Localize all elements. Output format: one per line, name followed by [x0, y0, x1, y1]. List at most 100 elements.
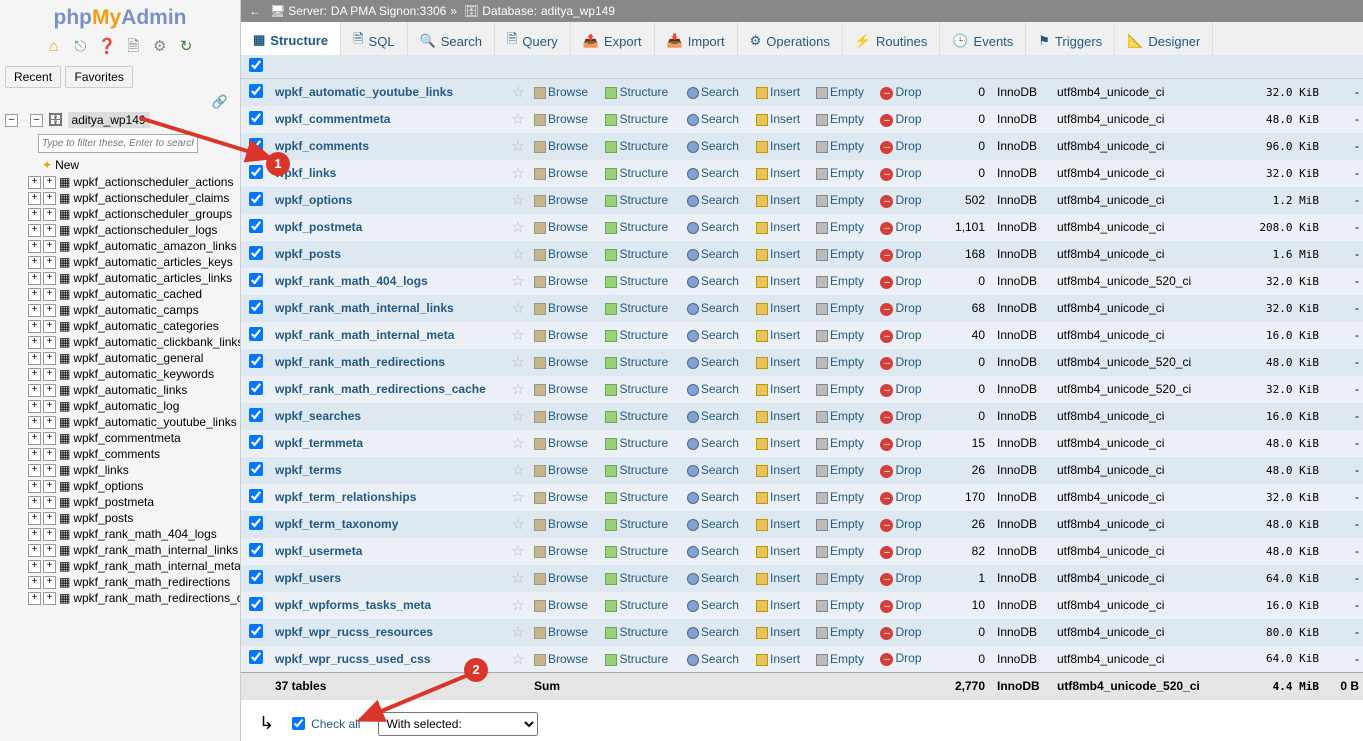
browse-action[interactable]: Browse — [530, 565, 601, 592]
tree-item[interactable]: ++▦wpkf_rank_math_redirections — [28, 574, 240, 590]
favorite-star[interactable]: ☆ — [506, 295, 530, 322]
table-row[interactable] — [241, 55, 1363, 79]
expand-icon[interactable]: + — [28, 336, 41, 349]
browse-action[interactable]: Browse — [530, 376, 601, 403]
favorite-star[interactable]: ☆ — [506, 376, 530, 403]
expand-icon[interactable]: + — [28, 256, 41, 269]
search-action[interactable]: Search — [683, 214, 752, 241]
row-checkbox[interactable] — [249, 84, 263, 98]
insert-action[interactable]: Insert — [752, 349, 812, 376]
columns-icon[interactable]: + — [43, 336, 56, 349]
drop-action[interactable]: –Drop — [876, 349, 933, 376]
expand-icon[interactable]: + — [28, 224, 41, 237]
columns-icon[interactable]: + — [43, 224, 56, 237]
table-name-link[interactable]: wpkf_options — [275, 193, 352, 207]
drop-action[interactable]: –Drop — [876, 160, 933, 187]
logout-icon[interactable]: ⎋ — [71, 38, 89, 56]
columns-icon[interactable]: + — [43, 320, 56, 333]
empty-action[interactable]: Empty — [812, 457, 877, 484]
expand-icon[interactable]: + — [28, 416, 41, 429]
search-action[interactable]: Search — [683, 160, 752, 187]
table-name-link[interactable]: wpkf_commentmeta — [275, 112, 390, 126]
home-icon[interactable]: ⌂ — [45, 38, 63, 56]
favorite-star[interactable]: ☆ — [506, 241, 530, 268]
columns-icon[interactable]: + — [43, 560, 56, 573]
structure-action[interactable]: Structure — [601, 268, 682, 295]
search-action[interactable]: Search — [683, 349, 752, 376]
tree-item[interactable]: ++▦wpkf_options — [28, 478, 240, 494]
structure-action[interactable]: Structure — [601, 187, 682, 214]
browse-action[interactable]: Browse — [530, 511, 601, 538]
columns-icon[interactable]: + — [43, 544, 56, 557]
table-row[interactable]: wpkf_term_taxonomy☆BrowseStructureSearch… — [241, 511, 1363, 538]
collapse-db-icon[interactable]: – — [30, 114, 43, 127]
insert-action[interactable]: Insert — [752, 241, 812, 268]
browse-action[interactable]: Browse — [530, 403, 601, 430]
expand-icon[interactable]: + — [28, 288, 41, 301]
expand-icon[interactable]: + — [28, 528, 41, 541]
table-row[interactable]: wpkf_searches☆BrowseStructureSearchInser… — [241, 403, 1363, 430]
table-row[interactable]: wpkf_postmeta☆BrowseStructureSearchInser… — [241, 214, 1363, 241]
columns-icon[interactable]: + — [43, 272, 56, 285]
insert-action[interactable]: Insert — [752, 457, 812, 484]
browse-action[interactable]: Browse — [530, 484, 601, 511]
settings-icon[interactable]: ⚙ — [151, 37, 169, 55]
expand-icon[interactable]: + — [28, 576, 41, 589]
table-name-link[interactable]: wpkf_terms — [275, 463, 342, 477]
tree-item[interactable]: ++▦wpkf_comments — [28, 446, 240, 462]
browse-action[interactable]: Browse — [530, 430, 601, 457]
search-action[interactable]: Search — [683, 241, 752, 268]
expand-icon[interactable]: + — [28, 272, 41, 285]
empty-action[interactable]: Empty — [812, 241, 877, 268]
columns-icon[interactable]: + — [43, 400, 56, 413]
expand-icon[interactable]: + — [28, 560, 41, 573]
row-checkbox[interactable] — [249, 650, 263, 664]
drop-action[interactable]: –Drop — [876, 484, 933, 511]
insert-action[interactable]: Insert — [752, 484, 812, 511]
favorite-star[interactable]: ☆ — [506, 646, 530, 673]
search-action[interactable]: Search — [683, 430, 752, 457]
drop-action[interactable]: –Drop — [876, 538, 933, 565]
table-row[interactable]: wpkf_terms☆BrowseStructureSearchInsertEm… — [241, 457, 1363, 484]
empty-action[interactable]: Empty — [812, 376, 877, 403]
recent-button[interactable]: Recent — [5, 66, 61, 88]
insert-action[interactable]: Insert — [752, 376, 812, 403]
table-name-link[interactable]: wpkf_rank_math_404_logs — [275, 274, 428, 288]
structure-action[interactable]: Structure — [601, 133, 682, 160]
search-action[interactable]: Search — [683, 106, 752, 133]
empty-action[interactable]: Empty — [812, 349, 877, 376]
row-checkbox[interactable] — [249, 219, 263, 233]
expand-icon[interactable]: + — [28, 240, 41, 253]
structure-action[interactable]: Structure — [601, 646, 682, 673]
columns-icon[interactable]: + — [43, 368, 56, 381]
table-name-link[interactable]: wpkf_posts — [275, 247, 341, 261]
expand-icon[interactable]: + — [28, 448, 41, 461]
columns-icon[interactable]: + — [43, 208, 56, 221]
row-checkbox[interactable] — [249, 570, 263, 584]
drop-action[interactable]: –Drop — [876, 79, 933, 106]
empty-action[interactable]: Empty — [812, 322, 877, 349]
reload-icon[interactable]: ↻ — [177, 37, 195, 55]
search-action[interactable]: Search — [683, 592, 752, 619]
favorite-star[interactable]: ☆ — [506, 349, 530, 376]
table-row[interactable]: wpkf_rank_math_redirections_cache☆Browse… — [241, 376, 1363, 403]
favorite-star[interactable]: ☆ — [506, 592, 530, 619]
search-action[interactable]: Search — [683, 376, 752, 403]
browse-action[interactable]: Browse — [530, 538, 601, 565]
search-action[interactable]: Search — [683, 565, 752, 592]
search-action[interactable]: Search — [683, 79, 752, 106]
insert-action[interactable]: Insert — [752, 403, 812, 430]
insert-action[interactable]: Insert — [752, 160, 812, 187]
search-action[interactable]: Search — [683, 457, 752, 484]
row-checkbox[interactable] — [249, 58, 263, 72]
insert-action[interactable]: Insert — [752, 79, 812, 106]
columns-icon[interactable]: + — [43, 512, 56, 525]
structure-action[interactable]: Structure — [601, 430, 682, 457]
expand-icon[interactable]: + — [28, 480, 41, 493]
table-name-link[interactable]: wpkf_wpr_rucss_resources — [275, 625, 433, 639]
columns-icon[interactable]: + — [43, 176, 56, 189]
tree-item[interactable]: ++▦wpkf_commentmeta — [28, 430, 240, 446]
favorite-star[interactable]: ☆ — [506, 214, 530, 241]
row-checkbox[interactable] — [249, 462, 263, 476]
row-checkbox[interactable] — [249, 273, 263, 287]
